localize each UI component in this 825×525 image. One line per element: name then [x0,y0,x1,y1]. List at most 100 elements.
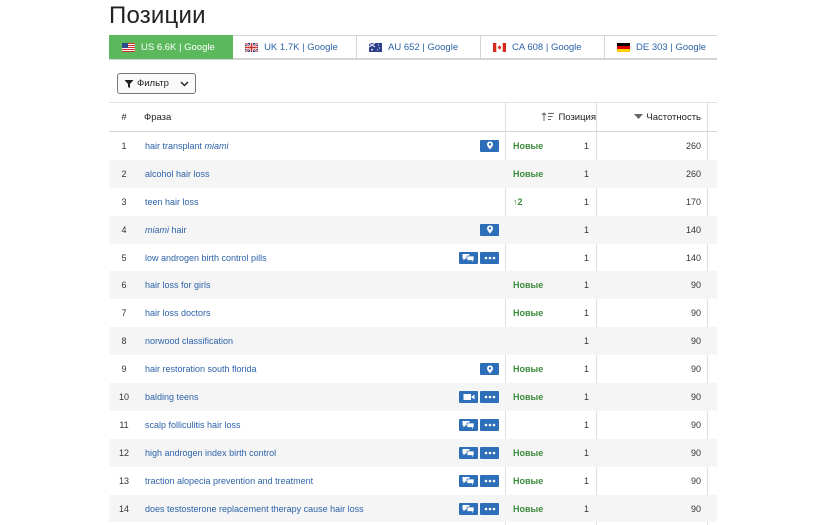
phrase-link[interactable]: hair transplant miami [145,132,229,160]
row-number: 5 [121,252,127,263]
frequency-value: 90 [690,364,701,375]
header-frequency[interactable]: Частотность [597,103,701,131]
position-value: 1 [583,475,589,486]
comments-icon[interactable] [459,418,478,431]
row-actions [439,383,499,411]
tab-de[interactable]: DE 303 | Google [605,35,717,59]
de-flag-icon [617,42,631,52]
phrase-text: hair restoration south florida [145,364,257,375]
row-actions [439,327,499,355]
frequency-value: 90 [690,391,701,402]
tab-us[interactable]: US 6.6K | Google [109,35,234,59]
more-dots-icon[interactable] [480,474,499,487]
sort-desc-icon [634,114,644,119]
comments-icon[interactable] [459,474,478,487]
chevron-down-icon [180,81,189,86]
frequency-value: 90 [690,280,701,291]
row-actions [439,188,499,216]
frequency-value: 90 [690,419,701,430]
position-value: 1 [583,391,589,402]
phrase-link[interactable]: alcohol hair loss [145,160,210,188]
row-actions [439,132,499,160]
row-number: 13 [118,475,129,486]
row-number: 11 [119,419,129,430]
table-row: 11 scalp folliculitis hair loss 1 90 [109,411,717,439]
table-row: 3 teen hair loss ↑2 1 170 [109,188,717,216]
tab-au[interactable]: AU 652 | Google [357,35,482,59]
position-value: 1 [583,224,589,235]
status-badge: ↑2 [513,196,523,207]
row-actions [439,160,499,188]
position-value: 1 [583,196,589,207]
phrase-link[interactable]: hair loss doctors [145,299,211,327]
frequency-value: 140 [685,224,701,235]
frequency-value: 90 [690,503,701,514]
position-value: 1 [583,140,589,151]
phrase-link[interactable]: hair restoration south florida [145,355,257,383]
row-actions [439,244,499,272]
phrase-text-after: hair [169,224,187,235]
comments-icon[interactable] [459,502,478,515]
phrase-link[interactable]: miami hair [145,216,187,244]
more-dots-icon[interactable] [480,390,499,403]
phrase-link[interactable]: balding teens [145,383,199,411]
phrase-text: low androgen birth control pills [145,252,267,263]
more-dots-icon[interactable] [480,502,499,515]
video-camera-icon[interactable] [459,390,478,403]
row-number: 1 [121,140,127,151]
position-value: 1 [583,336,589,347]
row-number: 8 [121,336,127,347]
comments-icon[interactable] [459,446,478,459]
row-number: 4 [121,224,127,235]
more-dots-icon[interactable] [480,446,499,459]
tab-ca[interactable]: CA 608 | Google [481,35,606,59]
table-row: 10 balding teens Новые 1 90 [109,383,717,411]
filter-button[interactable]: Фильтр [117,73,196,94]
position-value: 1 [583,280,589,291]
table-row: 12 high androgen index birth control Новые… [109,438,717,467]
tab-uk[interactable]: UK 1.7K | Google [233,35,358,59]
region-tabs: US 6.6K | Google UK 1.7K | Google AU 652… [109,35,717,60]
phrase-link[interactable]: low androgen birth control pills [145,244,267,272]
phrase-link[interactable]: hair loss for girls [145,271,211,299]
position-value: 1 [583,503,589,514]
table-row: 5 low androgen birth control pills 1 140 [109,244,717,272]
phrase-text: hair transplant [145,140,205,151]
more-dots-icon[interactable] [480,251,499,264]
phrase-link[interactable]: norwood classification [145,327,233,355]
phrase-text: teen hair loss [145,196,199,207]
phrase-link[interactable]: does testosterone replacement therapy ca… [145,495,364,523]
frequency-value: 90 [690,336,701,347]
table-header: # Фраза Позиция Частотность [109,102,717,132]
header-phrase[interactable]: Фраза [144,103,171,131]
phrase-link[interactable]: traction alopecia prevention and treatme… [145,467,313,495]
frequency-value: 90 [690,308,701,319]
phrase-link[interactable]: scalp folliculitis hair loss [145,411,241,439]
location-pin-icon[interactable] [480,223,499,236]
phrase-text: high androgen index birth control [145,447,277,458]
phrase-text: norwood classification [145,336,234,347]
more-dots-icon[interactable] [480,418,499,431]
phrase-link[interactable]: teen hair loss [145,188,199,216]
header-position[interactable]: Позиция [506,103,596,131]
row-actions [439,271,499,299]
phrase-text: scalp folliculitis hair loss [145,419,241,430]
phrase-text: traction alopecia prevention and treatme… [145,475,314,486]
position-value: 1 [583,364,589,375]
phrase-italic: miami [204,140,229,151]
comments-icon[interactable] [459,251,478,264]
row-number: 6 [121,280,127,291]
position-value: 1 [583,168,589,179]
header-num: # [121,111,127,123]
frequency-value: 260 [685,168,701,179]
table-row: 6 hair loss for girls Новые 1 90 [109,271,717,300]
location-pin-icon[interactable] [480,363,499,376]
phrase-link[interactable]: high androgen index birth control [145,439,276,467]
phrase-italic: miami [145,224,169,235]
positions-panel: Позиции US 6.6K | Google UK 1.7K | Googl… [109,0,717,525]
row-actions [439,467,499,495]
row-actions [439,495,499,523]
location-pin-icon[interactable] [480,139,499,152]
phrase-text: balding teens [145,391,199,402]
header-frequency-label: Частотность [646,111,701,123]
